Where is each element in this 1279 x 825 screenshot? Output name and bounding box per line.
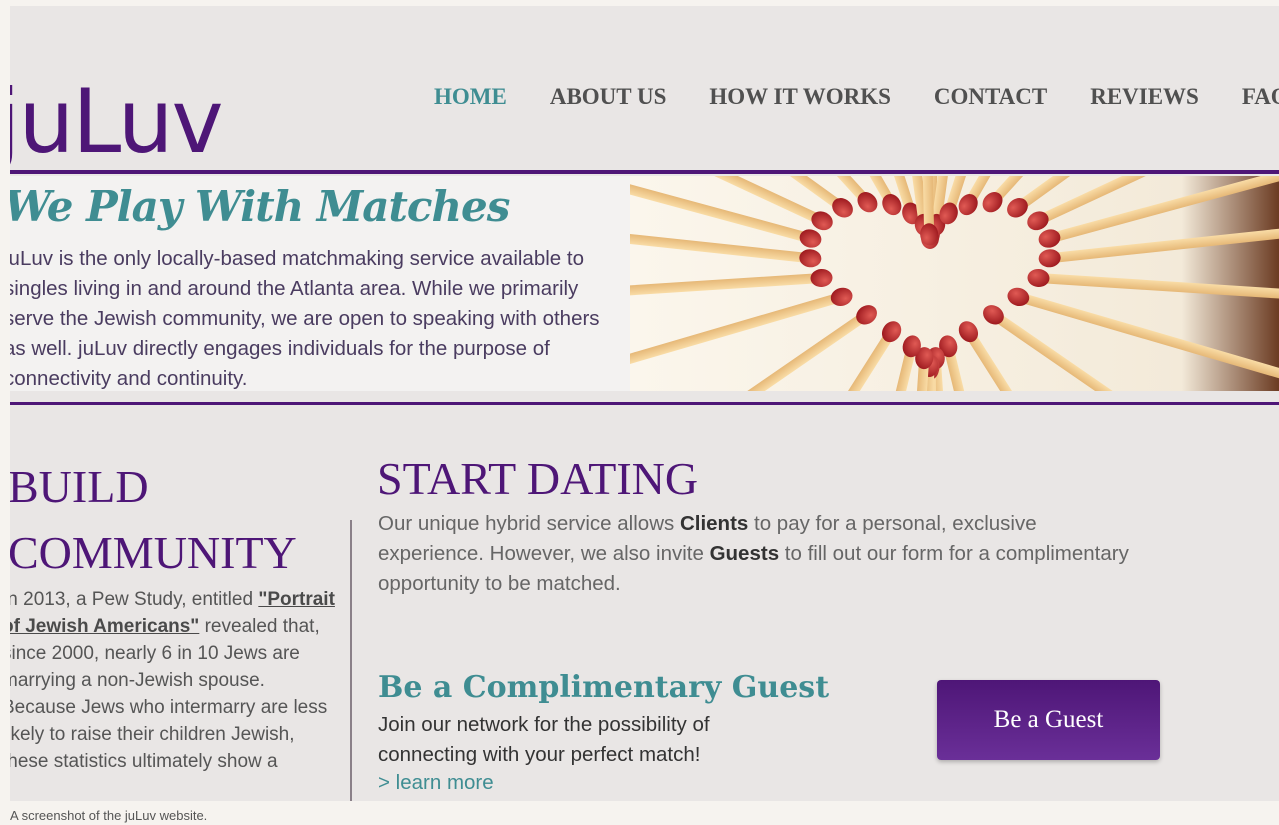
website-screenshot: juLuv HOME ABOUT US HOW IT WORKS CONTACT…	[10, 6, 1279, 801]
clients-emphasis: Clients	[679, 512, 749, 535]
hero-description: juLuv is the only locally-based matchmak…	[10, 247, 600, 390]
guest-description: Join our network for the possibility of …	[378, 713, 710, 766]
image-caption: A screenshot of the juLuv website.	[10, 808, 208, 823]
matches-heart-illustration	[630, 176, 1279, 391]
start-text-part: Our unique hybrid service allows	[378, 512, 680, 535]
build-community-heading: BUILD COMMUNITY	[10, 454, 348, 586]
site-logo[interactable]: juLuv	[10, 78, 224, 166]
build-community-text: In 2013, a Pew Study, entitled "Portrait…	[10, 586, 342, 775]
nav-home[interactable]: HOME	[434, 84, 507, 110]
guest-heading: Be a Complimentary Guest	[378, 670, 830, 705]
build-text-body: revealed that, since 2000, nearly 6 in 1…	[10, 616, 328, 772]
nav-faq[interactable]: FAQ	[1242, 84, 1279, 110]
learn-more-link[interactable]: > learn more	[378, 771, 494, 795]
column-divider	[350, 520, 352, 801]
section-divider	[10, 402, 1279, 405]
main-nav: HOME ABOUT US HOW IT WORKS CONTACT REVIE…	[434, 84, 1279, 110]
nav-how-it-works[interactable]: HOW IT WORKS	[709, 84, 891, 110]
matches-heart-image	[630, 176, 1279, 391]
build-heading-line2: COMMUNITY	[10, 527, 297, 578]
nav-about-us[interactable]: ABOUT US	[550, 84, 667, 110]
be-a-guest-button[interactable]: Be a Guest	[937, 680, 1160, 760]
nav-contact[interactable]: CONTACT	[934, 84, 1047, 110]
header-divider	[10, 170, 1279, 174]
build-text-intro: In 2013, a Pew Study, entitled	[10, 589, 259, 610]
guests-emphasis: Guests	[709, 542, 780, 565]
start-dating-heading: START DATING	[377, 453, 699, 504]
nav-reviews[interactable]: REVIEWS	[1090, 84, 1199, 110]
build-heading-line1: BUILD	[10, 461, 149, 512]
hero-title: We Play With Matches	[10, 182, 510, 231]
start-dating-text: Our unique hybrid service allows Clients…	[378, 509, 1138, 599]
